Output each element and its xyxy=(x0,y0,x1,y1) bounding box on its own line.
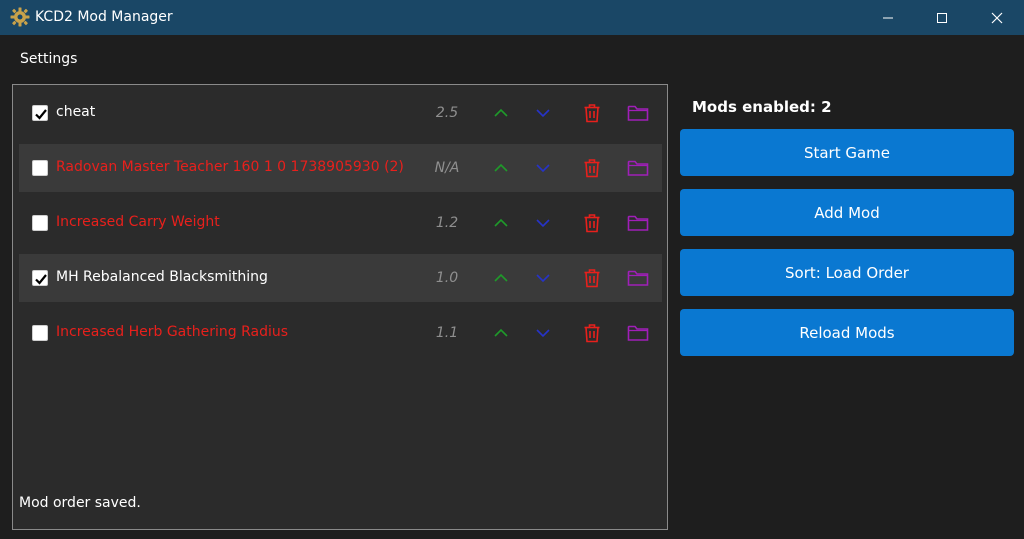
add-mod-button[interactable]: Add Mod xyxy=(680,189,1014,236)
move-up-button[interactable] xyxy=(489,321,513,345)
mod-row: MH Rebalanced Blacksmithing 1.0 xyxy=(19,254,662,302)
mod-row: Radovan Master Teacher 160 1 0 173890593… xyxy=(19,144,662,192)
mod-enabled-checkbox[interactable] xyxy=(32,215,48,231)
start-game-button[interactable]: Start Game xyxy=(680,129,1014,176)
move-down-button[interactable] xyxy=(531,156,555,180)
chevron-up-icon xyxy=(494,163,508,172)
trash-icon xyxy=(584,159,600,178)
open-folder-button[interactable] xyxy=(626,266,650,290)
chevron-down-icon xyxy=(536,219,550,228)
open-folder-button[interactable] xyxy=(626,321,650,345)
delete-mod-button[interactable] xyxy=(580,156,604,180)
mod-version: N/A xyxy=(434,160,460,176)
title-bar: KCD2 Mod Manager xyxy=(0,0,1024,35)
open-folder-button[interactable] xyxy=(626,101,650,125)
sort-load-order-button[interactable]: Sort: Load Order xyxy=(680,249,1014,296)
window-title: KCD2 Mod Manager xyxy=(35,9,173,25)
chevron-up-icon xyxy=(494,108,508,117)
minimize-icon xyxy=(883,17,893,18)
mod-name: Increased Carry Weight xyxy=(56,214,220,230)
delete-mod-button[interactable] xyxy=(580,266,604,290)
delete-mod-button[interactable] xyxy=(580,211,604,235)
maximize-icon xyxy=(937,12,947,23)
mod-version: 1.1 xyxy=(435,325,459,341)
mod-name: Increased Herb Gathering Radius xyxy=(56,324,289,340)
chevron-down-icon xyxy=(536,329,550,338)
open-folder-button[interactable] xyxy=(626,211,650,235)
menu-settings[interactable]: Settings xyxy=(20,51,77,67)
close-button[interactable] xyxy=(974,0,1020,35)
menu-bar: Settings xyxy=(0,35,1024,81)
reload-mods-button[interactable]: Reload Mods xyxy=(680,309,1014,356)
move-up-button[interactable] xyxy=(489,266,513,290)
status-message: Mod order saved. xyxy=(19,495,141,511)
close-icon xyxy=(991,12,1003,23)
delete-mod-button[interactable] xyxy=(580,321,604,345)
folder-icon xyxy=(627,160,649,176)
chevron-up-icon xyxy=(494,218,508,227)
delete-mod-button[interactable] xyxy=(580,101,604,125)
mod-name: cheat xyxy=(56,104,96,120)
chevron-up-icon xyxy=(494,273,508,282)
move-up-button[interactable] xyxy=(489,211,513,235)
gear-icon xyxy=(10,7,30,27)
trash-icon xyxy=(584,269,600,288)
maximize-button[interactable] xyxy=(919,0,965,35)
folder-icon xyxy=(627,215,649,231)
move-down-button[interactable] xyxy=(531,266,555,290)
mod-version: 1.2 xyxy=(435,215,459,231)
trash-icon xyxy=(584,214,600,233)
trash-icon xyxy=(584,324,600,343)
chevron-down-icon xyxy=(536,164,550,173)
move-down-button[interactable] xyxy=(531,101,555,125)
mod-enabled-checkbox[interactable] xyxy=(32,105,48,121)
mods-enabled-count: Mods enabled: 2 xyxy=(692,98,832,116)
mod-enabled-checkbox[interactable] xyxy=(32,270,48,286)
folder-icon xyxy=(627,325,649,341)
mod-row: Increased Herb Gathering Radius 1.1 xyxy=(19,309,662,357)
mod-name: Radovan Master Teacher 160 1 0 173890593… xyxy=(56,159,404,175)
mod-list-panel: Mod order saved. cheat 2.5 Radovan Master … xyxy=(12,84,668,530)
mod-version: 1.0 xyxy=(435,270,459,286)
folder-icon xyxy=(627,105,649,121)
trash-icon xyxy=(584,104,600,123)
chevron-up-icon xyxy=(494,328,508,337)
move-up-button[interactable] xyxy=(489,156,513,180)
mod-enabled-checkbox[interactable] xyxy=(32,160,48,176)
move-up-button[interactable] xyxy=(489,101,513,125)
mod-row: Increased Carry Weight 1.2 xyxy=(19,199,662,247)
chevron-down-icon xyxy=(536,109,550,118)
mod-enabled-checkbox[interactable] xyxy=(32,325,48,341)
move-down-button[interactable] xyxy=(531,211,555,235)
minimize-button[interactable] xyxy=(865,0,911,35)
mod-version: 2.5 xyxy=(435,105,459,121)
folder-icon xyxy=(627,270,649,286)
chevron-down-icon xyxy=(536,274,550,283)
move-down-button[interactable] xyxy=(531,321,555,345)
mod-row: cheat 2.5 xyxy=(19,89,662,137)
mod-name: MH Rebalanced Blacksmithing xyxy=(56,269,268,285)
open-folder-button[interactable] xyxy=(626,156,650,180)
